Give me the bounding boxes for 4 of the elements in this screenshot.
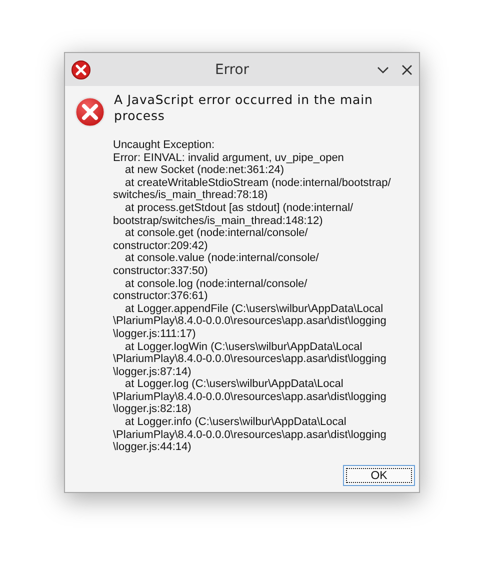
error-details: Uncaught Exception: Error: EINVAL: invalid argument, uv_pipe_open at new Socket (node:net:361:24) at createWritableStdioStream (node:internal/bootstrap/ switches/is_main_thread:78:18) at process.getStdout [as stdout] (node:internal/ bootstrap/switches/is_main_thread:148:12) at console.get (node:internal/console/ constructor:209:42) at console.value (node:internal/console/ constructor:337:50) at console.log (node:internal/console/ constructor:376:61) at Logger.appendFile (C:\users\wilbur\AppData\Local \PlariumPlay\8.4.0-0.0.0\resources\app.asar\dist\logging \logger.js:111:17) at Logger.logWin (C:\users\wilbur\AppData\Local \PlariumPlay\8.4.0-0.0.0\resources\app.asar\dist\logging \logger.js:87:14) at Logger.log (C:\users\wilbur\AppData\Local \PlariumPlay\8.4.0-0.0.0\resources\app.asar\dist\logging \logger.js:82:18) at Logger.info (C:\users\wilbur\AppData\Local \PlariumPlay\8.4.0-0.0.0\resources\app.asar\dist\logging \logger.js:44:14) bbox=[113, 139, 392, 454]
ok-button[interactable]: OK bbox=[343, 465, 415, 486]
error-message: A JavaScript error occurred in the main process bbox=[114, 92, 374, 124]
window-title: Error bbox=[214, 62, 250, 78]
